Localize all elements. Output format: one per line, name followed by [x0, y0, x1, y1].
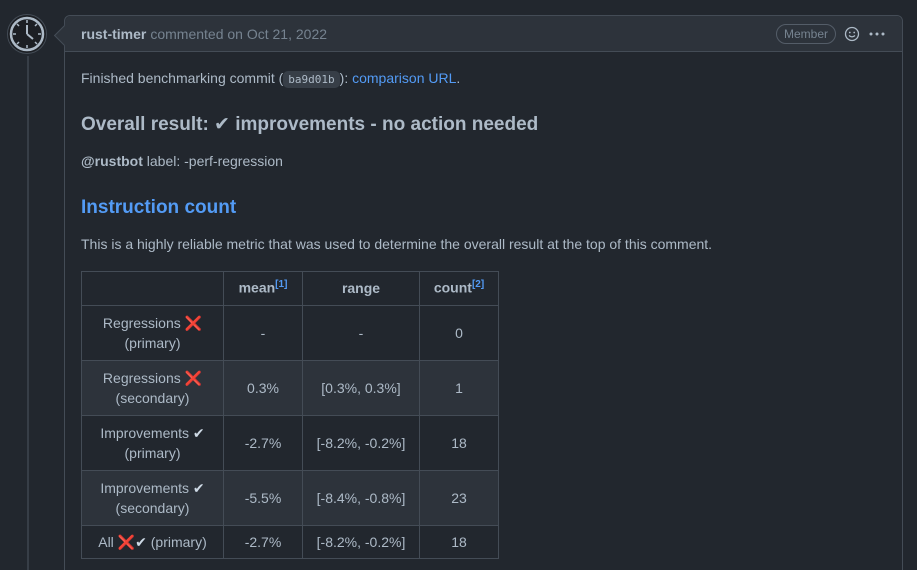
header-label — [81, 270, 224, 306]
row-mean: -2.7% — [223, 414, 303, 471]
member-badge: Member — [775, 23, 836, 44]
kebab-horizontal-icon[interactable] — [868, 26, 886, 42]
header-count: count[2] — [419, 270, 499, 306]
row-count: 23 — [419, 469, 499, 526]
author-link[interactable]: rust-timer — [81, 26, 146, 42]
row-label-sub: (primary) — [124, 444, 181, 461]
commit-hash: ba9d01b — [283, 71, 340, 88]
row-mean: -5.5% — [223, 469, 303, 526]
row-label: Improvements ✔ (primary) — [81, 414, 224, 471]
footnote-1-link[interactable]: [1] — [275, 279, 287, 290]
row-mean: -2.7% — [223, 524, 303, 559]
row-mean: - — [223, 304, 303, 361]
label-line: @rustbot label: -perf-regression — [81, 151, 886, 172]
overall-result-heading: Overall result: ✔ improvements - no acti… — [81, 114, 539, 135]
x-mark-icon: ❌ — [184, 314, 203, 331]
comment-body: Finished benchmarking commit (ba9d01b): … — [65, 52, 902, 559]
row-count: 18 — [419, 414, 499, 471]
row-count: 0 — [419, 304, 499, 361]
table-row: Improvements ✔ (primary) -2.7% [-8.2%, -0… — [81, 414, 499, 471]
row-label-text: Improvements — [100, 479, 193, 496]
finished-suffix: . — [456, 70, 461, 86]
table-row: Regressions ❌ (primary) - - 0 — [81, 304, 499, 361]
rustbot-mention[interactable]: @rustbot — [81, 153, 143, 169]
instruction-count-heading[interactable]: Instruction count — [81, 196, 886, 220]
row-range: [-8.2%, -0.2%] — [302, 524, 420, 559]
row-mean: 0.3% — [223, 359, 303, 416]
row-count: 1 — [419, 359, 499, 416]
header-mean-text: mean — [238, 279, 276, 296]
page: rust-timer commented on Oct 21, 2022 Mem… — [0, 0, 917, 570]
row-label: Regressions ❌ (secondary) — [81, 359, 224, 416]
header-count-text: count — [433, 279, 472, 296]
header-range: range — [302, 270, 420, 306]
comparison-link[interactable]: comparison URL — [352, 70, 456, 86]
row-label-text: Regressions — [102, 314, 185, 331]
row-label-text: Improvements — [100, 424, 193, 441]
finished-prefix: Finished benchmarking commit ( — [81, 70, 284, 86]
row-label-sub: (secondary) — [115, 499, 190, 516]
x-mark-icon: ❌ — [184, 369, 203, 386]
header-actions: Member — [775, 23, 886, 44]
row-label-text: All — [98, 533, 118, 550]
row-label: Regressions ❌ (primary) — [81, 304, 224, 361]
comment-timestamp[interactable]: commented on Oct 21, 2022 — [150, 26, 327, 42]
comment-box: rust-timer commented on Oct 21, 2022 Mem… — [53, 15, 903, 570]
row-label: All ❌✔ (primary) — [81, 524, 224, 559]
comment-header: rust-timer commented on Oct 21, 2022 Mem… — [65, 16, 902, 52]
row-range: [-8.4%, -0.8%] — [302, 469, 420, 526]
check-mark-icon: ✔ — [192, 479, 205, 496]
x-mark-icon: ❌ — [117, 533, 136, 550]
timeline-line — [27, 56, 29, 570]
check-mark-icon: ✔ — [135, 533, 147, 550]
finished-line: Finished benchmarking commit (ba9d01b): … — [81, 68, 886, 89]
row-count: 18 — [419, 524, 499, 559]
table-header-row: mean[1] range count[2] — [81, 270, 499, 306]
row-label-sub: (primary) — [146, 533, 207, 550]
row-range: [-8.2%, -0.2%] — [302, 414, 420, 471]
table-row: Improvements ✔ (secondary) -5.5% [-8.4%, … — [81, 469, 499, 526]
smiley-icon[interactable] — [844, 26, 860, 42]
row-label-text: Regressions — [102, 369, 185, 386]
finished-mid: ): — [339, 70, 353, 86]
row-label: Improvements ✔ (secondary) — [81, 469, 224, 526]
table-row: Regressions ❌ (secondary) 0.3% [0.3%, 0.3… — [81, 359, 499, 416]
header-mean: mean[1] — [223, 270, 303, 306]
check-mark-icon: ✔ — [192, 424, 205, 441]
row-label-sub: (secondary) — [115, 389, 190, 406]
label-text: label: -perf-regression — [142, 152, 283, 169]
footnote-2-link[interactable]: [2] — [472, 279, 484, 290]
row-range: [0.3%, 0.3%] — [302, 359, 420, 416]
table-row: All ❌✔ (primary) -2.7% [-8.2%, -0.2%] 18 — [81, 524, 499, 559]
avatar[interactable] — [7, 14, 47, 54]
clock-icon — [9, 16, 45, 52]
row-label-sub: (primary) — [124, 334, 181, 351]
row-range: - — [302, 304, 420, 361]
results-table: mean[1] range count[2] Regressions ❌ (pri… — [81, 270, 499, 559]
section-description: This is a highly reliable metric that wa… — [81, 235, 713, 252]
